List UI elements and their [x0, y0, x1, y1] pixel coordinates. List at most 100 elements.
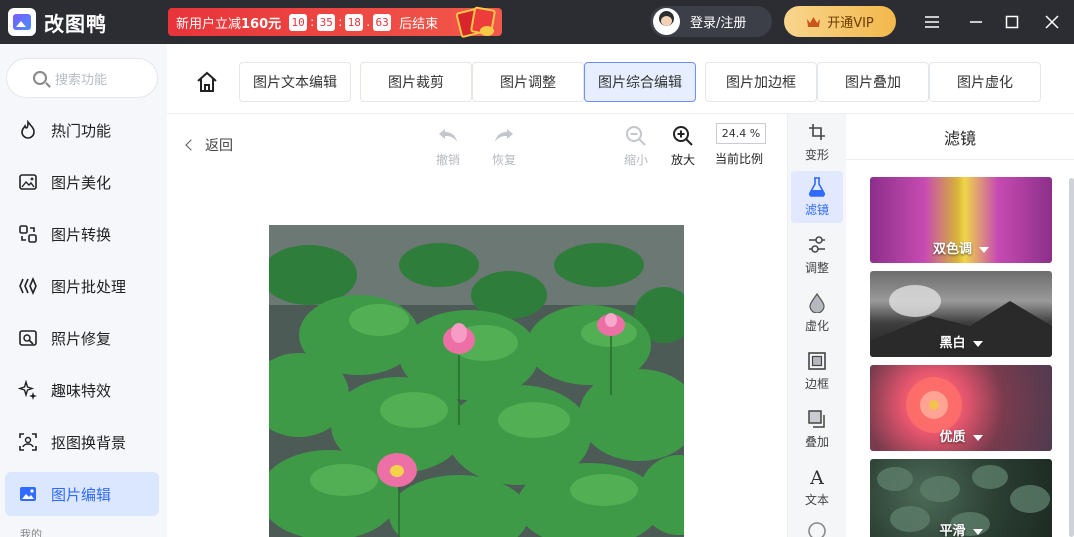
app-logo-icon: [8, 8, 36, 36]
svg-text:A: A: [809, 467, 824, 487]
tool-strip: 变形 滤镜 调整 虚化 边框 叠加 A 文本: [787, 114, 846, 537]
strip-more[interactable]: [791, 519, 843, 537]
strip-label: 滤镜: [804, 202, 829, 217]
undo-button[interactable]: 撤销: [423, 124, 473, 168]
sidebar-item-edit[interactable]: 图片编辑: [5, 472, 159, 516]
blur-drop-icon: [807, 292, 827, 313]
countdown-minutes: 35: [317, 13, 336, 31]
sidebar-item-beautify[interactable]: 图片美化: [5, 160, 159, 204]
zoom-out-label: 缩小: [623, 153, 648, 167]
home-icon[interactable]: [195, 70, 219, 94]
tab-bar: 图片文本编辑 图片裁剪 图片调整 图片综合编辑 图片加边框 图片叠加 图片虚化: [167, 44, 1074, 114]
zoom-in-label: 放大: [670, 153, 695, 167]
tab-add-frame[interactable]: 图片加边框: [705, 62, 817, 102]
sidebar-item-label: 图片批处理: [51, 277, 127, 296]
adjust-icon: [807, 235, 827, 255]
redo-icon: [492, 124, 516, 148]
filter-label: 黑白: [939, 336, 966, 351]
repair-icon: [17, 327, 39, 349]
tab-comprehensive-edit[interactable]: 图片综合编辑: [584, 62, 696, 102]
filter-flask-icon: [807, 176, 827, 197]
fire-icon: [17, 119, 39, 141]
strip-filter[interactable]: 滤镜: [791, 171, 843, 223]
sidebar-item-cutout[interactable]: 抠图换背景: [5, 420, 159, 464]
panel-scrollbar[interactable]: [1069, 178, 1074, 537]
vip-button[interactable]: 开通VIP: [784, 6, 896, 37]
menu-icon[interactable]: [920, 10, 944, 34]
back-label: 返回: [205, 138, 233, 154]
promo-countdown: 10: 35: 18. 63: [289, 13, 392, 31]
login-label: 登录/注册: [690, 16, 747, 31]
strip-blur[interactable]: 虚化: [791, 287, 843, 339]
minimize-icon[interactable]: [964, 10, 988, 34]
zoom-out-button[interactable]: 缩小: [611, 124, 661, 168]
close-icon[interactable]: [1040, 10, 1064, 34]
zoom-in-icon: [671, 124, 695, 148]
caret-down-icon: [972, 340, 983, 347]
promo-prefix: 新用户立减: [176, 16, 242, 32]
promo-suffix: 后结束: [399, 16, 439, 32]
strip-overlay[interactable]: 叠加: [791, 403, 843, 455]
redo-button[interactable]: 恢复: [479, 124, 529, 168]
filter-label: 平滑: [939, 524, 966, 537]
sidebar: 搜索功能 热门功能 图片美化 图片转换 图片批处理 照片修复 趣味特效 抠图换背…: [0, 44, 167, 537]
transform-icon: [807, 122, 827, 142]
search-input[interactable]: 搜索功能: [6, 58, 158, 98]
tab-overlay[interactable]: 图片叠加: [817, 62, 929, 102]
sidebar-footer[interactable]: 我的: [20, 526, 42, 537]
search-icon: [33, 71, 47, 85]
search-placeholder: 搜索功能: [55, 72, 108, 88]
image-beautify-icon: [17, 171, 39, 193]
promo-banner[interactable]: 新用户立减160元 10: 35: 18. 63 后结束: [168, 8, 502, 36]
strip-label: 变形: [804, 147, 829, 162]
strip-label: 边框: [804, 376, 829, 391]
editor-canvas: 返回 撤销 恢复 缩小 放大 24.4 % 当前比例: [167, 114, 787, 537]
title-bar: 改图鸭 新用户立减160元 10: 35: 18. 63 后结束 登录/注册 开…: [0, 0, 1074, 44]
cutout-icon: [17, 431, 39, 453]
tab-adjust[interactable]: 图片调整: [472, 62, 584, 102]
strip-frame[interactable]: 边框: [791, 345, 843, 397]
sidebar-item-label: 抠图换背景: [51, 433, 127, 452]
more-tool-icon: [807, 519, 827, 537]
text-icon: A: [807, 467, 827, 487]
strip-adjust[interactable]: 调整: [791, 229, 843, 281]
filter-smooth[interactable]: 平滑: [870, 459, 1052, 537]
strip-transform[interactable]: 变形: [791, 116, 843, 168]
back-button[interactable]: 返回: [185, 135, 233, 155]
lotus-photo[interactable]: [269, 225, 684, 537]
sidebar-item-convert[interactable]: 图片转换: [5, 212, 159, 256]
avatar: [653, 8, 680, 35]
sidebar-item-effects[interactable]: 趣味特效: [5, 368, 159, 412]
sidebar-item-label: 图片转换: [51, 225, 112, 244]
filter-duotone[interactable]: 双色调: [870, 177, 1052, 263]
overlay-icon: [807, 409, 827, 429]
filter-quality[interactable]: 优质: [870, 365, 1052, 451]
red-envelope-icon: [455, 4, 498, 40]
sidebar-item-batch[interactable]: 图片批处理: [5, 264, 159, 308]
strip-label: 调整: [804, 260, 829, 275]
zoom-in-button[interactable]: 放大: [658, 124, 708, 168]
sidebar-item-repair[interactable]: 照片修复: [5, 316, 159, 360]
strip-text[interactable]: A 文本: [791, 461, 843, 513]
maximize-icon[interactable]: [1000, 10, 1024, 34]
vip-label: 开通VIP: [827, 16, 874, 31]
login-button[interactable]: 登录/注册: [650, 6, 772, 37]
crown-icon: [806, 16, 821, 28]
tab-crop[interactable]: 图片裁剪: [360, 62, 472, 102]
undo-icon: [436, 124, 460, 148]
sidebar-item-label: 照片修复: [51, 329, 112, 348]
filter-panel: 滤镜 双色调 黑白 优质 平滑: [846, 114, 1074, 537]
zoom-caption: 当前比例: [715, 152, 764, 166]
batch-icon: [17, 275, 39, 297]
sidebar-item-hot[interactable]: 热门功能: [5, 108, 159, 152]
panel-title: 滤镜: [846, 114, 1074, 160]
zoom-level-input[interactable]: 24.4 %: [716, 123, 766, 144]
tab-blur[interactable]: 图片虚化: [929, 62, 1041, 102]
undo-label: 撤销: [435, 153, 460, 167]
sidebar-item-label: 图片美化: [51, 173, 112, 192]
caret-down-icon: [979, 246, 989, 253]
app-name: 改图鸭: [44, 12, 107, 36]
tab-text-edit[interactable]: 图片文本编辑: [239, 62, 351, 102]
filter-black-white[interactable]: 黑白: [870, 271, 1052, 357]
countdown-seconds: 18: [345, 13, 364, 31]
